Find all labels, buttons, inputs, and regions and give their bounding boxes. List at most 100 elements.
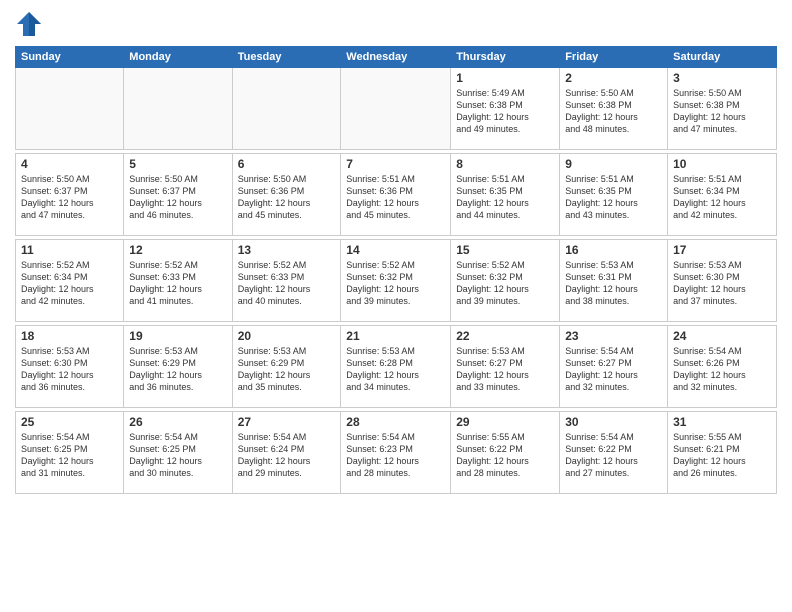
calendar-cell: 23 Sunrise: 5:54 AMSunset: 6:27 PMDayligh… (560, 326, 668, 408)
calendar-cell: 16Sunrise: 5:53 AMSunset: 6:31 PMDayligh… (560, 240, 668, 322)
day-number: 27 (238, 415, 336, 429)
calendar-header-friday: Friday (560, 47, 668, 68)
calendar-cell: 28Sunrise: 5:54 AMSunset: 6:23 PMDayligh… (341, 412, 451, 494)
day-info: Sunrise: 5:51 AMSunset: 6:35 PMDaylight:… (565, 173, 662, 222)
day-number: 25 (21, 415, 118, 429)
calendar-week-4: 18Sunrise: 5:53 AMSunset: 6:30 PMDayligh… (16, 326, 777, 408)
calendar-cell: 2Sunrise: 5:50 AMSunset: 6:38 PMDaylight… (560, 68, 668, 150)
day-info: Sunrise: 5:52 AMSunset: 6:33 PMDaylight:… (129, 259, 226, 308)
day-number: 20 (238, 329, 336, 343)
day-info: Sunrise: 5:52 AMSunset: 6:32 PMDaylight:… (346, 259, 445, 308)
day-number: 24 (673, 329, 771, 343)
day-number: 10 (673, 157, 771, 171)
day-info: Sunrise: 5:52 AMSunset: 6:33 PMDaylight:… (238, 259, 336, 308)
day-info: Sunrise: 5:53 AMSunset: 6:30 PMDaylight:… (673, 259, 771, 308)
calendar-cell: 9 Sunrise: 5:51 AMSunset: 6:35 PMDaylight… (560, 154, 668, 236)
day-info: Sunrise: 5:52 AMSunset: 6:32 PMDaylight:… (456, 259, 554, 308)
day-number: 13 (238, 243, 336, 257)
day-info: Sunrise: 5:53 AMSunset: 6:28 PMDaylight:… (346, 345, 445, 394)
calendar-cell: 14Sunrise: 5:52 AMSunset: 6:32 PMDayligh… (341, 240, 451, 322)
day-info: Sunrise: 5:53 AMSunset: 6:29 PMDaylight:… (238, 345, 336, 394)
day-info: Sunrise: 5:51 AMSunset: 6:35 PMDaylight:… (456, 173, 554, 222)
calendar-cell: 5Sunrise: 5:50 AMSunset: 6:37 PMDaylight… (124, 154, 232, 236)
day-info: Sunrise: 5:53 AMSunset: 6:29 PMDaylight:… (129, 345, 226, 394)
day-info: Sunrise: 5:49 AMSunset: 6:38 PMDaylight:… (456, 87, 554, 136)
logo (15, 10, 47, 38)
day-info: Sunrise: 5:54 AMSunset: 6:27 PMDaylight:… (565, 345, 662, 394)
day-info: Sunrise: 5:50 AMSunset: 6:37 PMDaylight:… (21, 173, 118, 222)
calendar-week-1: 1 Sunrise: 5:49 AMSunset: 6:38 PMDaylight… (16, 68, 777, 150)
calendar-cell: 30Sunrise: 5:54 AMSunset: 6:22 PMDayligh… (560, 412, 668, 494)
day-number: 29 (456, 415, 554, 429)
day-number: 15 (456, 243, 554, 257)
calendar-cell: 15 Sunrise: 5:52 AMSunset: 6:32 PMDayligh… (451, 240, 560, 322)
day-number: 12 (129, 243, 226, 257)
day-number: 17 (673, 243, 771, 257)
day-info: Sunrise: 5:54 AMSunset: 6:24 PMDaylight:… (238, 431, 336, 480)
day-info: Sunrise: 5:53 AMSunset: 6:30 PMDaylight:… (21, 345, 118, 394)
calendar-cell: 20 Sunrise: 5:53 AMSunset: 6:29 PMDayligh… (232, 326, 341, 408)
day-number: 8 (456, 157, 554, 171)
day-info: Sunrise: 5:55 AMSunset: 6:21 PMDaylight:… (673, 431, 771, 480)
calendar-header-thursday: Thursday (451, 47, 560, 68)
calendar-cell: 29 Sunrise: 5:55 AMSunset: 6:22 PMDayligh… (451, 412, 560, 494)
day-number: 31 (673, 415, 771, 429)
day-info: Sunrise: 5:54 AMSunset: 6:25 PMDaylight:… (129, 431, 226, 480)
day-number: 7 (346, 157, 445, 171)
day-number: 11 (21, 243, 118, 257)
calendar-header-saturday: Saturday (668, 47, 777, 68)
day-info: Sunrise: 5:54 AMSunset: 6:26 PMDaylight:… (673, 345, 771, 394)
day-number: 26 (129, 415, 226, 429)
calendar-cell: 19 Sunrise: 5:53 AMSunset: 6:29 PMDayligh… (124, 326, 232, 408)
day-number: 5 (129, 157, 226, 171)
calendar-cell (341, 68, 451, 150)
logo-icon (15, 10, 43, 38)
day-info: Sunrise: 5:50 AMSunset: 6:36 PMDaylight:… (238, 173, 336, 222)
calendar-cell: 27 Sunrise: 5:54 AMSunset: 6:24 PMDayligh… (232, 412, 341, 494)
calendar-cell (124, 68, 232, 150)
day-info: Sunrise: 5:52 AMSunset: 6:34 PMDaylight:… (21, 259, 118, 308)
calendar-cell: 26 Sunrise: 5:54 AMSunset: 6:25 PMDayligh… (124, 412, 232, 494)
calendar-header-tuesday: Tuesday (232, 47, 341, 68)
calendar-cell: 6 Sunrise: 5:50 AMSunset: 6:36 PMDaylight… (232, 154, 341, 236)
day-info: Sunrise: 5:50 AMSunset: 6:38 PMDaylight:… (673, 87, 771, 136)
day-number: 3 (673, 71, 771, 85)
calendar-cell: 17 Sunrise: 5:53 AMSunset: 6:30 PMDayligh… (668, 240, 777, 322)
day-number: 1 (456, 71, 554, 85)
calendar-page: SundayMondayTuesdayWednesdayThursdayFrid… (0, 0, 792, 612)
calendar-cell: 21 Sunrise: 5:53 AMSunset: 6:28 PMDayligh… (341, 326, 451, 408)
day-number: 6 (238, 157, 336, 171)
day-info: Sunrise: 5:51 AMSunset: 6:34 PMDaylight:… (673, 173, 771, 222)
calendar-cell: 4Sunrise: 5:50 AMSunset: 6:37 PMDaylight… (16, 154, 124, 236)
calendar-table: SundayMondayTuesdayWednesdayThursdayFrid… (15, 46, 777, 494)
header (15, 10, 777, 38)
calendar-cell: 7Sunrise: 5:51 AMSunset: 6:36 PMDaylight… (341, 154, 451, 236)
day-info: Sunrise: 5:54 AMSunset: 6:25 PMDaylight:… (21, 431, 118, 480)
day-number: 16 (565, 243, 662, 257)
calendar-cell: 8 Sunrise: 5:51 AMSunset: 6:35 PMDaylight… (451, 154, 560, 236)
calendar-header-monday: Monday (124, 47, 232, 68)
calendar-header-wednesday: Wednesday (341, 47, 451, 68)
day-info: Sunrise: 5:54 AMSunset: 6:22 PMDaylight:… (565, 431, 662, 480)
day-number: 9 (565, 157, 662, 171)
calendar-cell (16, 68, 124, 150)
day-number: 2 (565, 71, 662, 85)
calendar-week-3: 11 Sunrise: 5:52 AMSunset: 6:34 PMDayligh… (16, 240, 777, 322)
calendar-cell: 24 Sunrise: 5:54 AMSunset: 6:26 PMDayligh… (668, 326, 777, 408)
calendar-cell: 1 Sunrise: 5:49 AMSunset: 6:38 PMDaylight… (451, 68, 560, 150)
day-number: 19 (129, 329, 226, 343)
calendar-week-5: 25 Sunrise: 5:54 AMSunset: 6:25 PMDayligh… (16, 412, 777, 494)
day-info: Sunrise: 5:55 AMSunset: 6:22 PMDaylight:… (456, 431, 554, 480)
calendar-cell: 18Sunrise: 5:53 AMSunset: 6:30 PMDayligh… (16, 326, 124, 408)
calendar-cell: 25 Sunrise: 5:54 AMSunset: 6:25 PMDayligh… (16, 412, 124, 494)
calendar-header-sunday: Sunday (16, 47, 124, 68)
day-info: Sunrise: 5:53 AMSunset: 6:27 PMDaylight:… (456, 345, 554, 394)
calendar-cell: 11 Sunrise: 5:52 AMSunset: 6:34 PMDayligh… (16, 240, 124, 322)
day-number: 23 (565, 329, 662, 343)
day-number: 22 (456, 329, 554, 343)
calendar-week-2: 4Sunrise: 5:50 AMSunset: 6:37 PMDaylight… (16, 154, 777, 236)
calendar-cell: 13 Sunrise: 5:52 AMSunset: 6:33 PMDayligh… (232, 240, 341, 322)
calendar-cell: 10 Sunrise: 5:51 AMSunset: 6:34 PMDayligh… (668, 154, 777, 236)
calendar-cell: 3 Sunrise: 5:50 AMSunset: 6:38 PMDaylight… (668, 68, 777, 150)
day-number: 21 (346, 329, 445, 343)
